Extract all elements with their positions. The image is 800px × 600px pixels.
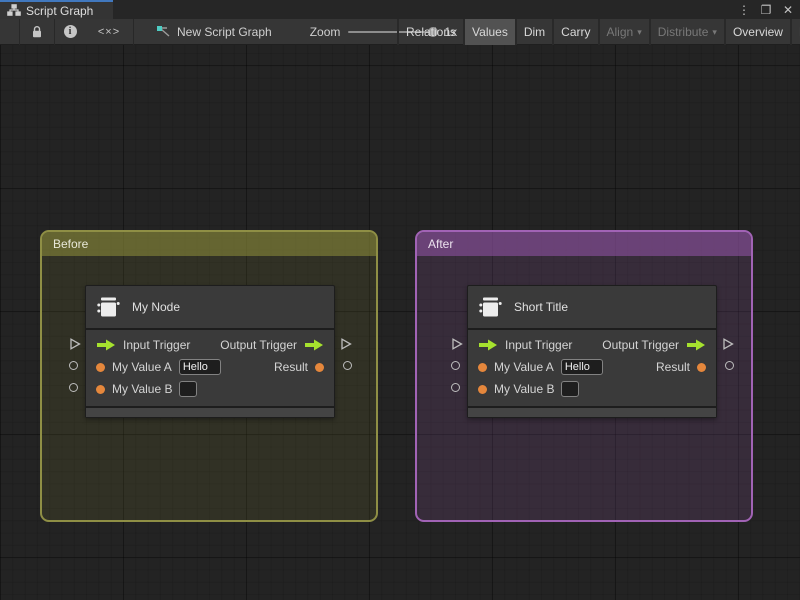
result-port-icon[interactable] bbox=[315, 362, 324, 372]
graph-hierarchy-icon bbox=[7, 4, 21, 16]
value-b-input[interactable] bbox=[561, 381, 580, 397]
graph-canvas[interactable]: Before After My Node Input Trigger Outpu… bbox=[0, 45, 800, 600]
value-b-input[interactable] bbox=[179, 381, 198, 397]
info-icon: i bbox=[63, 25, 77, 38]
code-view-button[interactable]: <×> bbox=[85, 19, 133, 45]
carry-button[interactable]: Carry bbox=[554, 19, 597, 45]
value-a-port-icon[interactable] bbox=[478, 362, 487, 372]
group-after-header[interactable]: After bbox=[417, 232, 751, 256]
node-header[interactable]: Short Title bbox=[468, 286, 716, 330]
code-icon: <×> bbox=[97, 25, 121, 38]
group-before-label: Before bbox=[53, 237, 89, 251]
result-connection-point[interactable] bbox=[725, 361, 734, 370]
output-trigger-label: Output Trigger bbox=[602, 338, 679, 352]
lock-button[interactable] bbox=[20, 19, 54, 45]
relations-button[interactable]: Relations bbox=[399, 19, 463, 45]
info-button[interactable]: i bbox=[55, 19, 85, 45]
value-a-row: My Value A Result bbox=[86, 356, 334, 378]
distribute-button[interactable]: Distribute ▾ bbox=[651, 19, 724, 45]
value-b-port-icon[interactable] bbox=[96, 384, 105, 394]
new-script-graph-label: New Script Graph bbox=[177, 24, 272, 39]
flow-in-port-icon[interactable] bbox=[478, 339, 498, 351]
result-connection-point[interactable] bbox=[343, 361, 352, 370]
group-after-label: After bbox=[428, 237, 454, 251]
lock-icon bbox=[33, 26, 41, 38]
output-trigger-label: Output Trigger bbox=[220, 338, 297, 352]
input-trigger-connection-point[interactable] bbox=[69, 337, 81, 351]
value-a-label: My Value A bbox=[494, 360, 554, 374]
node-footer bbox=[468, 406, 716, 417]
trigger-row: Input Trigger Output Trigger bbox=[86, 334, 334, 356]
values-button[interactable]: Values bbox=[465, 19, 515, 45]
flow-out-port-icon[interactable] bbox=[304, 339, 324, 351]
value-a-row: My Value A Result bbox=[468, 356, 716, 378]
value-b-label: My Value B bbox=[494, 382, 555, 396]
window-controls: ⋮ ❐ ✕ bbox=[736, 0, 796, 19]
node-title: My Node bbox=[132, 300, 181, 314]
title-bar: Script Graph ⋮ ❐ ✕ bbox=[0, 0, 800, 19]
separator bbox=[133, 18, 134, 45]
value-a-connection-point[interactable] bbox=[69, 361, 78, 370]
unit-node-icon bbox=[479, 297, 502, 316]
close-icon[interactable]: ✕ bbox=[780, 3, 796, 17]
value-a-input[interactable] bbox=[178, 359, 221, 375]
dim-button[interactable]: Dim bbox=[517, 19, 552, 45]
node-ports: Input Trigger Output Trigger My Value A … bbox=[468, 330, 716, 406]
value-a-connection-point[interactable] bbox=[451, 361, 460, 370]
value-b-label: My Value B bbox=[112, 382, 173, 396]
graph-edge-icon bbox=[157, 26, 170, 37]
value-b-row: My Value B bbox=[86, 378, 334, 400]
chevron-down-icon: ▾ bbox=[712, 26, 717, 37]
node-footer bbox=[86, 406, 334, 417]
align-button[interactable]: Align ▾ bbox=[600, 19, 649, 45]
overview-button[interactable]: Overview bbox=[726, 19, 790, 45]
tab-script-graph[interactable]: Script Graph bbox=[0, 0, 113, 19]
group-before-header[interactable]: Before bbox=[42, 232, 376, 256]
trigger-row: Input Trigger Output Trigger bbox=[468, 334, 716, 356]
value-b-row: My Value B bbox=[468, 378, 716, 400]
script-graph-window: Script Graph ⋮ ❐ ✕ i <×> New Script Grap… bbox=[0, 0, 800, 600]
value-b-connection-point[interactable] bbox=[451, 383, 460, 392]
result-label: Result bbox=[273, 360, 308, 374]
value-a-input[interactable] bbox=[560, 359, 603, 375]
align-label: Align bbox=[606, 25, 634, 39]
value-b-connection-point[interactable] bbox=[69, 383, 78, 392]
flow-in-port-icon[interactable] bbox=[96, 339, 116, 351]
node-ports: Input Trigger Output Trigger My Value A … bbox=[86, 330, 334, 406]
tab-title: Script Graph bbox=[26, 3, 94, 18]
new-script-graph-button[interactable]: New Script Graph bbox=[146, 19, 282, 45]
result-label: Result bbox=[655, 360, 690, 374]
value-a-port-icon[interactable] bbox=[96, 362, 105, 372]
zoom-label: Zoom bbox=[309, 24, 341, 39]
unit-node-icon bbox=[97, 297, 120, 316]
maximize-icon[interactable]: ❐ bbox=[758, 3, 774, 17]
node-my-node[interactable]: My Node Input Trigger Output Trigger My … bbox=[69, 285, 352, 418]
input-trigger-connection-point[interactable] bbox=[451, 337, 463, 351]
value-a-label: My Value A bbox=[112, 360, 172, 374]
toolbar: i <×> New Script Graph Zoom 1x Relations… bbox=[0, 18, 800, 45]
input-trigger-label: Input Trigger bbox=[505, 338, 573, 352]
flow-out-port-icon[interactable] bbox=[686, 339, 706, 351]
chevron-down-icon: ▾ bbox=[637, 26, 642, 37]
output-trigger-connection-point[interactable] bbox=[340, 337, 352, 351]
node-short-title[interactable]: Short Title Input Trigger Output Trigger bbox=[451, 285, 734, 418]
distribute-label: Distribute bbox=[657, 25, 709, 39]
node-header[interactable]: My Node bbox=[86, 286, 334, 330]
result-port-icon[interactable] bbox=[697, 362, 706, 372]
menu-icon[interactable]: ⋮ bbox=[736, 3, 752, 17]
value-b-port-icon[interactable] bbox=[478, 384, 487, 394]
node-title: Short Title bbox=[514, 300, 569, 314]
fullscreen-button[interactable]: Full Screen bbox=[792, 19, 800, 45]
toolbar-buttons: Relations Values Dim Carry Align ▾ Distr… bbox=[397, 19, 800, 45]
output-trigger-connection-point[interactable] bbox=[722, 337, 734, 351]
input-trigger-label: Input Trigger bbox=[123, 338, 191, 352]
